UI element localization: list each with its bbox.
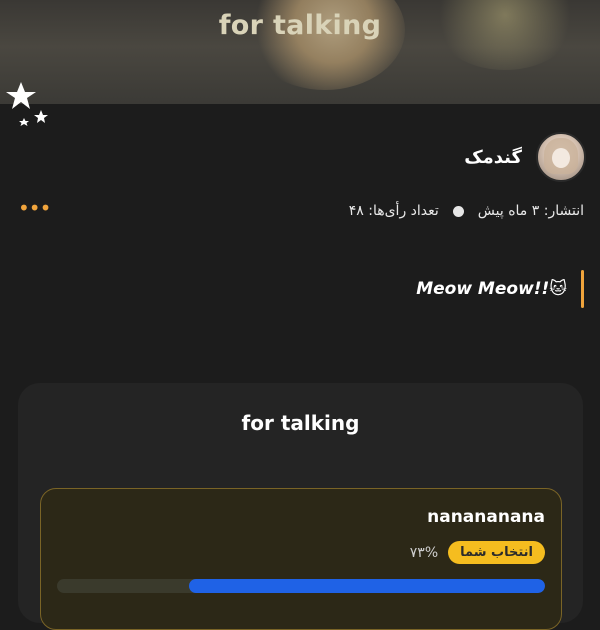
poll-option-percent: ۷۳% bbox=[409, 544, 439, 561]
header-title: for talking bbox=[218, 10, 382, 41]
avatar[interactable] bbox=[536, 132, 586, 182]
stars-icon bbox=[6, 82, 48, 126]
post-meta: انتشار: ۳ ماه پیش تعداد رأی‌ها: ۴۸ bbox=[349, 200, 584, 222]
post-text-block: Meow Meow!!🐱 bbox=[416, 270, 584, 308]
poll-progress-fill bbox=[188, 579, 545, 593]
post-header: for talking bbox=[0, 0, 600, 104]
poll-option-meta: ۷۳% انتخاب شما bbox=[410, 541, 545, 564]
quote-accent-bar bbox=[581, 270, 584, 308]
more-dots-icon[interactable]: ••• bbox=[18, 198, 51, 218]
poll-title: for talking bbox=[241, 411, 360, 435]
your-choice-badge: انتخاب شما bbox=[448, 541, 545, 564]
meta-separator-dot bbox=[452, 205, 464, 217]
poll-card: for talking nanananana ۷۳% انتخاب شما bbox=[18, 383, 583, 630]
published-time: انتشار: ۳ ماه پیش bbox=[477, 203, 584, 219]
avatar-face bbox=[552, 148, 570, 168]
poll-option-label: nanananana bbox=[427, 507, 545, 527]
post-text: Meow Meow!!🐱 bbox=[416, 279, 567, 299]
author-name[interactable]: گندمک bbox=[464, 147, 522, 168]
poll-progress-track bbox=[57, 579, 545, 593]
vote-count: تعداد رأی‌ها: ۴۸ bbox=[348, 203, 439, 219]
author-row[interactable]: گندمک bbox=[464, 132, 586, 182]
poll-option[interactable]: nanananana ۷۳% انتخاب شما bbox=[40, 488, 562, 630]
